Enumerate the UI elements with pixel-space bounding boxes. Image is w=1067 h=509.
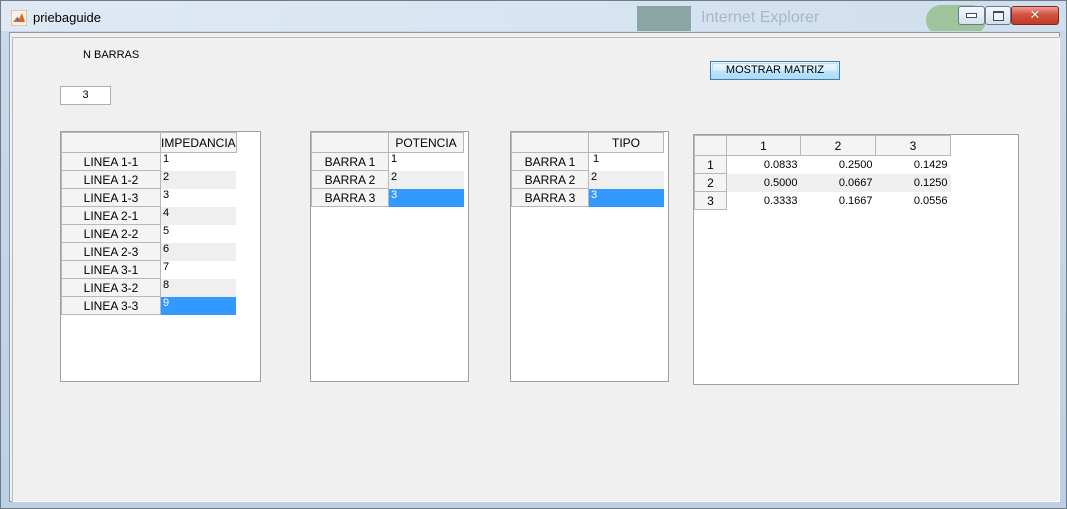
- table-row: BARRA 1 1: [511, 152, 664, 171]
- matriz-table[interactable]: 1 2 3 1 0.0833 0.2500 0.1429 2 0.5000 0.…: [693, 134, 1019, 385]
- impedancia-grid: IMPEDANCIA LINEA 1-1 1 LINEA 1-2 2 LINEA…: [61, 132, 237, 315]
- row-header[interactable]: BARRA 2: [511, 170, 589, 189]
- row-header[interactable]: BARRA 3: [311, 188, 389, 207]
- background-window-fragment: [637, 6, 691, 31]
- impedancia-cell[interactable]: 4: [160, 206, 237, 225]
- table-row: LINEA 1-2 2: [61, 170, 237, 189]
- impedancia-table[interactable]: IMPEDANCIA LINEA 1-1 1 LINEA 1-2 2 LINEA…: [60, 131, 261, 382]
- table-row: LINEA 3-1 7: [61, 260, 237, 279]
- row-header[interactable]: LINEA 2-3: [61, 242, 161, 261]
- impedancia-cell[interactable]: 1: [160, 152, 237, 171]
- tipo-cell[interactable]: 2: [588, 170, 664, 189]
- row-header[interactable]: LINEA 2-2: [61, 224, 161, 243]
- matrix-cell[interactable]: 0.1429: [875, 155, 951, 174]
- row-header[interactable]: LINEA 3-2: [61, 278, 161, 297]
- column-header-tipo[interactable]: TIPO: [588, 132, 664, 153]
- table-row: BARRA 1 1: [311, 152, 464, 171]
- impedancia-cell[interactable]: 8: [160, 278, 237, 297]
- table-row: 2 0.5000 0.0667 0.1250: [694, 173, 951, 192]
- matriz-grid: 1 2 3 1 0.0833 0.2500 0.1429 2 0.5000 0.…: [694, 135, 951, 210]
- tipo-grid: TIPO BARRA 1 1 BARRA 2 2 BARRA 3 3: [511, 132, 664, 207]
- minimize-icon: [966, 13, 977, 18]
- table-corner: [694, 135, 727, 156]
- potencia-table[interactable]: POTENCIA BARRA 1 1 BARRA 2 2 BARRA 3 3: [310, 131, 469, 382]
- matrix-cell[interactable]: 0.1667: [800, 191, 876, 210]
- nbarras-label: N BARRAS: [83, 49, 140, 61]
- column-header-1[interactable]: 1: [726, 135, 801, 156]
- close-button[interactable]: ✕: [1011, 6, 1059, 25]
- matrix-cell[interactable]: 0.1250: [875, 173, 951, 192]
- row-header[interactable]: BARRA 1: [511, 152, 589, 171]
- row-header[interactable]: 3: [694, 191, 727, 210]
- matrix-cell[interactable]: 0.5000: [726, 173, 801, 192]
- window-title: priebaguide: [33, 10, 101, 25]
- row-header[interactable]: LINEA 1-2: [61, 170, 161, 189]
- row-header[interactable]: BARRA 3: [511, 188, 589, 207]
- matrix-cell[interactable]: 0.0556: [875, 191, 951, 210]
- tipo-cell[interactable]: 1: [588, 152, 664, 171]
- row-header[interactable]: 2: [694, 173, 727, 192]
- row-header[interactable]: LINEA 1-1: [61, 152, 161, 171]
- mostrar-matriz-button[interactable]: MOSTRAR MATRIZ: [710, 61, 840, 80]
- tipo-table[interactable]: TIPO BARRA 1 1 BARRA 2 2 BARRA 3 3: [510, 131, 669, 382]
- matlab-icon[interactable]: [10, 9, 28, 27]
- column-header-3[interactable]: 3: [875, 135, 951, 156]
- table-row: BARRA 3 3: [311, 188, 464, 207]
- table-row: BARRA 3 3: [511, 188, 664, 207]
- table-row: LINEA 3-2 8: [61, 278, 237, 297]
- potencia-grid: POTENCIA BARRA 1 1 BARRA 2 2 BARRA 3 3: [311, 132, 464, 207]
- matrix-cell[interactable]: 0.2500: [800, 155, 876, 174]
- impedancia-cell[interactable]: 6: [160, 242, 237, 261]
- table-row: BARRA 2 2: [311, 170, 464, 189]
- table-row: 3 0.3333 0.1667 0.0556: [694, 191, 951, 210]
- matrix-cell[interactable]: 0.0833: [726, 155, 801, 174]
- row-header[interactable]: LINEA 1-3: [61, 188, 161, 207]
- table-corner: [311, 132, 389, 153]
- row-header[interactable]: 1: [694, 155, 727, 174]
- nbarras-input[interactable]: 3: [60, 86, 111, 105]
- potencia-cell[interactable]: 2: [388, 170, 464, 189]
- background-window-title: Internet Explorer: [701, 9, 820, 26]
- table-row: BARRA 2 2: [511, 170, 664, 189]
- table-row: LINEA 2-1 4: [61, 206, 237, 225]
- impedancia-cell[interactable]: 7: [160, 260, 237, 279]
- row-header[interactable]: BARRA 1: [311, 152, 389, 171]
- impedancia-cell[interactable]: 3: [160, 188, 237, 207]
- table-row: LINEA 2-2 5: [61, 224, 237, 243]
- matrix-cell[interactable]: 0.3333: [726, 191, 801, 210]
- maximize-button[interactable]: [985, 6, 1011, 25]
- row-header[interactable]: LINEA 2-1: [61, 206, 161, 225]
- impedancia-cell[interactable]: 5: [160, 224, 237, 243]
- table-corner: [511, 132, 589, 153]
- table-row: LINEA 1-1 1: [61, 152, 237, 171]
- close-icon: ✕: [1029, 8, 1041, 23]
- column-header-impedancia[interactable]: IMPEDANCIA: [160, 132, 237, 153]
- tipo-cell-selected[interactable]: 3: [588, 188, 664, 207]
- row-header[interactable]: LINEA 3-3: [61, 296, 161, 315]
- matrix-cell[interactable]: 0.0667: [800, 173, 876, 192]
- table-corner: [61, 132, 161, 153]
- column-header-potencia[interactable]: POTENCIA: [388, 132, 464, 153]
- row-header[interactable]: LINEA 3-1: [61, 260, 161, 279]
- column-header-2[interactable]: 2: [800, 135, 876, 156]
- table-row: LINEA 1-3 3: [61, 188, 237, 207]
- row-header[interactable]: BARRA 2: [311, 170, 389, 189]
- table-row: LINEA 3-3 9: [61, 296, 237, 315]
- minimize-button[interactable]: [958, 6, 985, 25]
- table-row: 1 0.0833 0.2500 0.1429: [694, 155, 951, 174]
- impedancia-cell[interactable]: 2: [160, 170, 237, 189]
- maximize-icon: [992, 10, 1004, 21]
- potencia-cell-selected[interactable]: 3: [388, 188, 464, 207]
- impedancia-cell-selected[interactable]: 9: [160, 296, 237, 315]
- table-row: LINEA 2-3 6: [61, 242, 237, 261]
- title-bar[interactable]: Internet Explorer priebaguide ✕: [1, 1, 1066, 31]
- potencia-cell[interactable]: 1: [388, 152, 464, 171]
